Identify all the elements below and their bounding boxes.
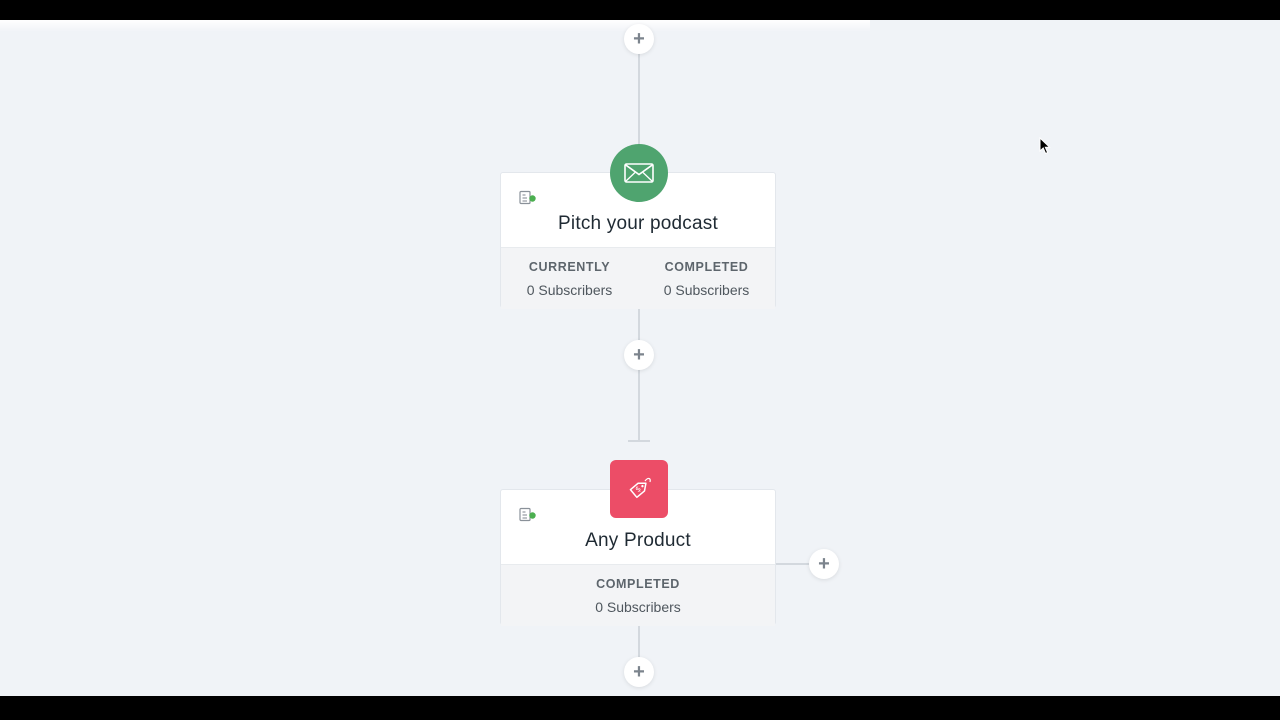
plus-icon: +	[633, 344, 645, 366]
stat-label: COMPLETED	[664, 260, 749, 274]
stat-value: 0 Subscribers	[663, 282, 750, 298]
email-step-badge[interactable]	[610, 144, 668, 202]
previous-node-edge	[0, 20, 870, 32]
node-stats: COMPLETED 0 Subscribers	[501, 564, 775, 626]
stat-value: 0 Subscribers	[595, 599, 681, 615]
stat-label: CURRENTLY	[528, 260, 611, 274]
node-title: Any Product	[585, 530, 691, 551]
stat-value: 0 Subscribers	[526, 282, 613, 298]
active-status-icon	[519, 190, 536, 205]
add-step-button[interactable]: +	[624, 24, 654, 54]
add-step-button[interactable]: +	[624, 340, 654, 370]
node-title: Pitch your podcast	[558, 213, 718, 234]
stat-currently: CURRENTLY 0 Subscribers	[501, 248, 638, 309]
product-step-badge[interactable]: $	[610, 460, 668, 518]
letterbox-bottom	[0, 696, 1280, 720]
workflow-canvas[interactable]: + + + + Pitch your podcast CURRENTLY 0 S…	[0, 20, 1280, 696]
mouse-cursor-icon	[1039, 137, 1051, 155]
add-branch-button[interactable]: +	[809, 549, 839, 579]
price-tag-icon: $	[629, 477, 651, 499]
stat-completed: COMPLETED 0 Subscribers	[638, 248, 775, 309]
envelope-icon	[624, 163, 654, 183]
connector-tee	[628, 440, 650, 442]
stat-label: COMPLETED	[596, 577, 680, 591]
node-stats: CURRENTLY 0 Subscribers COMPLETED 0 Subs…	[501, 247, 775, 309]
branch-connector-line	[776, 563, 810, 565]
active-status-icon	[519, 507, 536, 522]
stat-completed: COMPLETED 0 Subscribers	[558, 565, 718, 626]
connector-line	[638, 50, 640, 146]
add-step-button[interactable]: +	[624, 657, 654, 687]
plus-icon: +	[818, 553, 830, 575]
connector-line	[638, 306, 640, 440]
plus-icon: +	[633, 28, 645, 50]
letterbox-top	[0, 0, 1280, 20]
plus-icon: +	[633, 661, 645, 683]
